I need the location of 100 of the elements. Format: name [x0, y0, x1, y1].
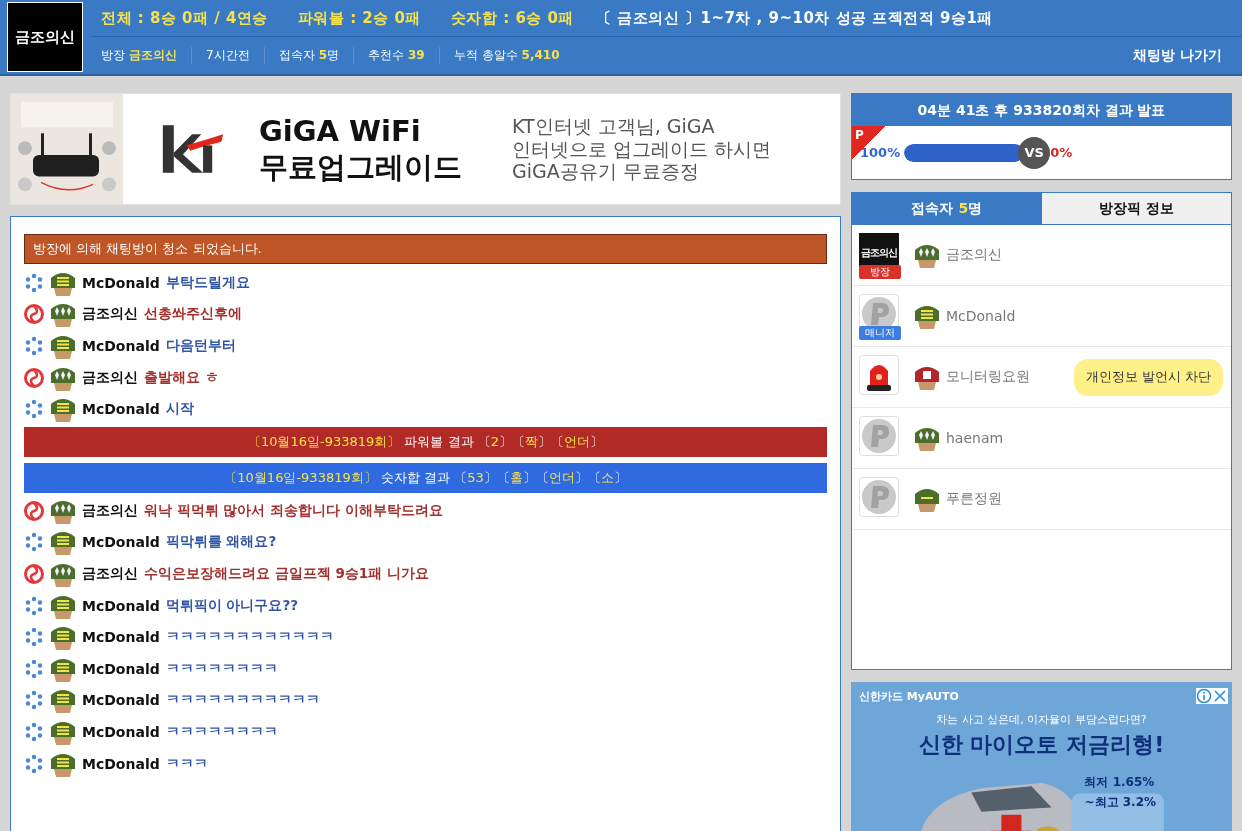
message-text: 먹튀픽이 아니구요?? — [165, 596, 299, 615]
logo-text: 금조의신 — [15, 27, 75, 47]
result-text: 언더 — [548, 468, 575, 487]
user-name: McDonald — [82, 660, 160, 677]
ad-brand: 신한카드 MyAUTO — [859, 688, 959, 704]
p-avatar-icon — [859, 416, 899, 456]
swirl-icon — [24, 304, 44, 325]
result-text: 숫자합 결과 〔 — [379, 468, 468, 487]
result-text: 〕〔 — [483, 468, 510, 487]
room-info: 누적 총알수 5,410 — [438, 47, 574, 64]
result-text: 〕〔 — [574, 468, 601, 487]
message-text: 픽막튀를 왜해요? — [165, 533, 277, 552]
user-name: haenam — [946, 430, 1004, 446]
tooltip-bubble: 개인정보 발언시 차단 — [1074, 358, 1223, 396]
dots-ring-icon — [24, 399, 44, 420]
message-text: 출발해요 ㅎ — [144, 368, 219, 387]
user-name: McDonald — [82, 401, 160, 418]
swirl-icon — [24, 500, 44, 521]
room-info: 추천수 39 — [353, 47, 439, 64]
siren-icon — [859, 355, 899, 395]
message-text: ㅋㅋㅋㅋㅋㅋㅋㅋ — [165, 659, 278, 678]
message-text: 다음턴부터 — [165, 337, 236, 355]
user-name: 금조의신 — [82, 305, 138, 324]
result-text: 〕〔 — [499, 432, 526, 451]
user-name: McDonald — [82, 274, 160, 291]
result-text: 〕〔 — [522, 468, 549, 487]
user-name: 금조의신 — [82, 564, 138, 583]
user-name: McDonald — [82, 338, 160, 354]
ad-text: 인터넷으로 업그레이드 하시면 — [512, 137, 772, 161]
room-info: 접속자 5명 — [263, 47, 353, 64]
result-text: 홀 — [509, 468, 523, 487]
p-avatar-icon — [859, 477, 899, 517]
user-name: 금조의신 — [82, 368, 138, 387]
record-text: 파워볼 : 2승 0패 — [297, 8, 421, 28]
dots-ring-icon — [24, 658, 44, 679]
dots-ring-icon — [24, 532, 44, 553]
ad-headline: GiGA WiFi — [259, 112, 422, 149]
countdown-title: 04분 41초 후 933820회차 결과 발표 — [852, 94, 1231, 126]
result-text: 파워볼 결과 〔 — [403, 432, 491, 451]
dots-ring-icon — [24, 272, 44, 293]
vs-badge: VS — [1018, 136, 1051, 169]
rate-text: ~최고 3.2% — [1084, 794, 1156, 811]
room-info: 7시간전 — [191, 47, 264, 64]
notice-message: 방장에 의해 채팅방이 청소 되었습니다. — [24, 234, 827, 264]
user-name: 금조의신 — [946, 246, 1002, 264]
user-name: McDonald — [82, 597, 160, 614]
result-text: 소 — [600, 468, 614, 487]
ad-headline: 무료업그레이드 — [259, 149, 462, 186]
message-text: ㅋㅋㅋ — [165, 754, 208, 773]
panel-tab[interactable]: 접속자 5명 — [852, 193, 1042, 225]
user-name: 모니터링요원 — [946, 368, 1030, 386]
result-text: 짝 — [525, 432, 539, 451]
rate-text: 최저 1.65% — [1084, 774, 1156, 791]
user-name: McDonald — [82, 534, 160, 551]
user-name: McDonald — [82, 755, 160, 772]
result-text: 〕〔 — [538, 432, 565, 451]
panel-tab[interactable]: 방장픽 정보 — [1041, 193, 1231, 225]
role-badge: 방장 — [859, 265, 901, 279]
message-text: ㅋㅋㅋㅋㅋㅋㅋㅋㅋㅋㅋ — [165, 691, 320, 710]
record-text: 숫자합 : 6승 0패 — [450, 8, 574, 28]
dots-ring-icon — [24, 721, 44, 742]
dots-ring-icon — [24, 595, 44, 616]
message-text: 워낙 픽먹튀 많아서 죄송합니다 이해부탁드려요 — [144, 501, 443, 520]
room-info: 방장 금조의신 — [101, 47, 178, 64]
result-text: 2 — [490, 434, 500, 450]
user-name: McDonald — [946, 308, 1016, 324]
swirl-icon — [24, 563, 44, 584]
percent-label: 0% — [1050, 145, 1073, 160]
exit-chat-button[interactable]: 채팅방 나가기 — [1133, 44, 1222, 67]
dots-ring-icon — [24, 753, 44, 774]
ad-headline: 신한 마이오토 저금리형! — [918, 731, 1165, 759]
dots-ring-icon — [24, 690, 44, 711]
avatar-text: 금조의신 — [861, 246, 897, 260]
record-text: 〔 금조의신 〕1~7차 , 9~10차 성공 프젝전적 9승1패 — [596, 8, 993, 28]
side-ad[interactable]: 신한카드 MyAUTO 차는 사고 싶은데, 이자율이 부담스럽다면? 신한 마이오토 저금리형! 최저 1.65% ~최고 3.2% — [851, 682, 1232, 831]
dots-ring-icon — [24, 627, 44, 648]
user-name: McDonald — [82, 629, 160, 646]
ad-text: 차는 사고 싶은데, 이자율이 부담스럽다면? — [936, 712, 1147, 727]
message-text: ㅋㅋㅋㅋㅋㅋㅋㅋ — [165, 722, 278, 741]
swirl-icon — [24, 367, 44, 388]
result-text: 언더 — [564, 432, 591, 451]
info-icon[interactable] — [1196, 688, 1212, 704]
result-text: 〕 — [613, 468, 627, 487]
result-text: 53 — [467, 470, 484, 486]
message-text: ㅋㅋㅋㅋㅋㅋㅋㅋㅋㅋㅋㅋ — [165, 628, 334, 647]
result-text: 〕 — [590, 432, 604, 451]
result-text: 〔10월16일-933819회〕 — [224, 468, 377, 487]
message-text: 선총쏴주신후에 — [144, 305, 242, 324]
banner-ad[interactable]: GiGA WiFi 무료업그레이드 KT인터넷 고객님, GiGA 인터넷으로 업그레이드 하시면 GiGA공유기 무료증정 — [10, 93, 841, 205]
role-badge: 매니저 — [859, 326, 901, 340]
percent-label: 100% — [860, 145, 901, 160]
user-name: McDonald — [82, 723, 160, 740]
ad-text: GiGA공유기 무료증정 — [512, 160, 700, 184]
close-icon[interactable] — [1212, 688, 1228, 704]
result-text: 〔10월16일-933819회〕 — [247, 432, 401, 451]
user-name: 푸른정원 — [946, 490, 1002, 508]
message-text: 시작 — [165, 400, 194, 419]
ad-text: KT인터넷 고객님, GiGA — [512, 114, 716, 138]
dots-ring-icon — [24, 336, 44, 356]
record-text: 전체 : 8승 0패 / 4연승 — [101, 8, 268, 28]
